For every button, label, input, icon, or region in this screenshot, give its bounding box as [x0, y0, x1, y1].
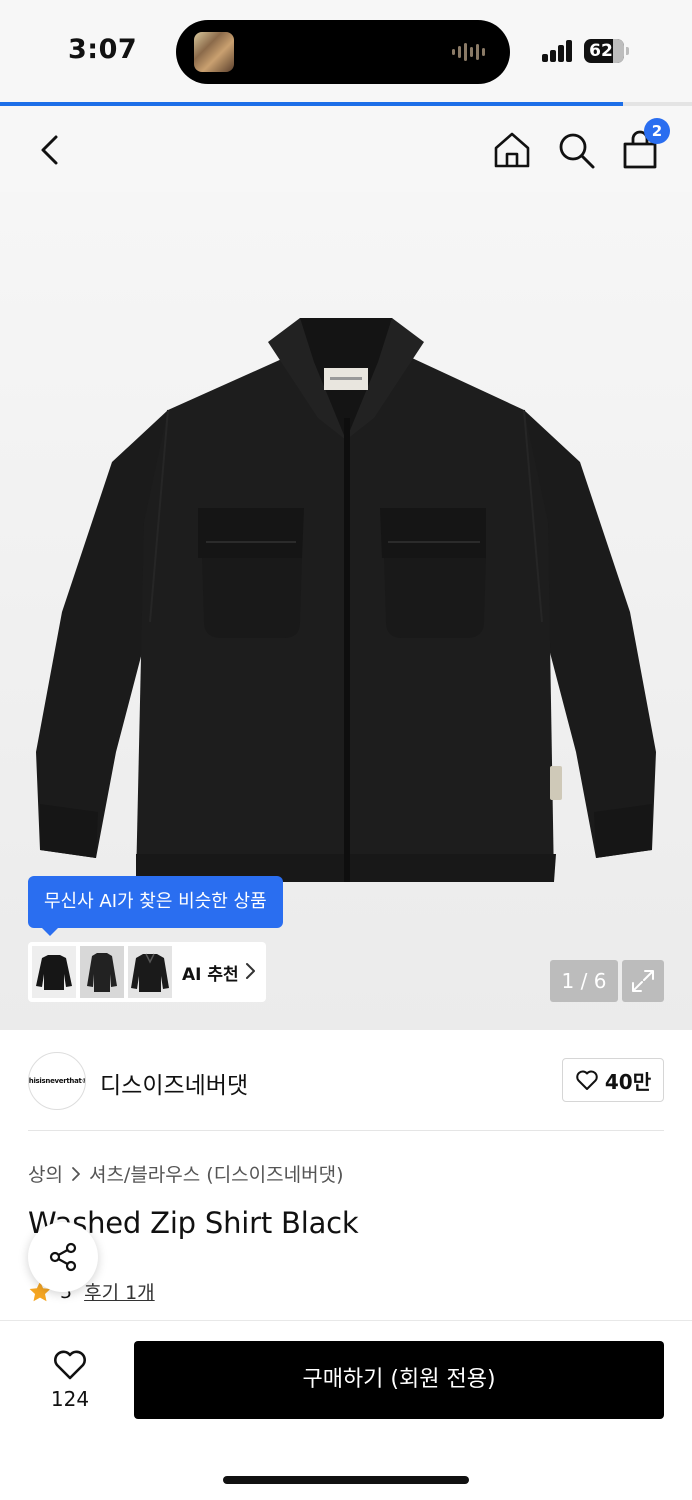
- battery-level: 62: [589, 41, 613, 61]
- home-icon: [494, 132, 530, 168]
- status-time: 3:07: [68, 34, 138, 65]
- back-button[interactable]: [26, 126, 74, 174]
- back-icon: [41, 135, 58, 165]
- top-nav: 2: [0, 106, 692, 192]
- heart-icon: [54, 1350, 86, 1380]
- ai-recommend-thumb[interactable]: [80, 946, 124, 998]
- share-button[interactable]: [28, 1222, 98, 1292]
- chevron-right-icon: [246, 963, 255, 979]
- battery-cap: [626, 47, 629, 55]
- brand-logo-text: thisisneverthat®: [28, 1077, 86, 1085]
- chevron-right-icon: [72, 1166, 80, 1181]
- status-bar: 3:07 62: [0, 0, 692, 104]
- home-button[interactable]: [488, 126, 536, 174]
- wishlist-button[interactable]: 124: [28, 1345, 112, 1415]
- product-image-gallery[interactable]: 무신사 AI가 찾은 비슷한 상품 AI 추천 1 / 6: [0, 192, 692, 1030]
- ai-recommend-strip[interactable]: AI 추천: [28, 942, 266, 1002]
- ai-recommend-thumb[interactable]: [128, 946, 172, 998]
- dynamic-island[interactable]: [176, 20, 510, 84]
- breadcrumb: 상의 셔츠/블라우스 (디스이즈네버댓): [28, 1160, 343, 1187]
- buy-button[interactable]: 구매하기 (회원 전용): [134, 1341, 664, 1419]
- home-indicator[interactable]: [223, 1476, 469, 1484]
- brand-logo[interactable]: thisisneverthat®: [28, 1052, 86, 1110]
- heart-icon: [576, 1070, 598, 1090]
- breadcrumb-category[interactable]: 상의: [28, 1160, 63, 1187]
- cart-count-badge: 2: [644, 118, 670, 144]
- breadcrumb-subcategory[interactable]: 셔츠/블라우스 (디스이즈네버댓): [89, 1160, 344, 1187]
- search-icon: [559, 133, 595, 169]
- brand-like-button[interactable]: 40만: [562, 1058, 664, 1102]
- ai-similar-tooltip[interactable]: 무신사 AI가 찾은 비슷한 상품: [28, 876, 283, 936]
- cart-button[interactable]: 2: [616, 118, 670, 174]
- ai-recommend-thumb[interactable]: [32, 946, 76, 998]
- audio-wave-icon: [452, 42, 488, 62]
- search-button[interactable]: [552, 126, 600, 174]
- share-icon: [49, 1242, 77, 1272]
- brand-like-count: 40만: [604, 1069, 652, 1094]
- bottom-action-bar: 124 구매하기 (회원 전용): [0, 1320, 692, 1500]
- ai-recommend-label: AI 추천: [182, 965, 239, 985]
- now-playing-artwork: [194, 32, 234, 72]
- image-counter: 1 / 6: [550, 960, 618, 1002]
- battery-icon: 62: [584, 39, 624, 63]
- review-count-link[interactable]: 후기 1개: [84, 1278, 155, 1305]
- wishlist-count: 124: [50, 1387, 90, 1411]
- cellular-signal-icon: [542, 40, 574, 62]
- brand-name[interactable]: 디스이즈네버댓: [100, 1066, 248, 1100]
- divider: [28, 1130, 664, 1131]
- expand-icon: [632, 970, 654, 992]
- brand-row[interactable]: thisisneverthat® 디스이즈네버댓 40만: [28, 1052, 664, 1110]
- expand-image-button[interactable]: [622, 960, 664, 1002]
